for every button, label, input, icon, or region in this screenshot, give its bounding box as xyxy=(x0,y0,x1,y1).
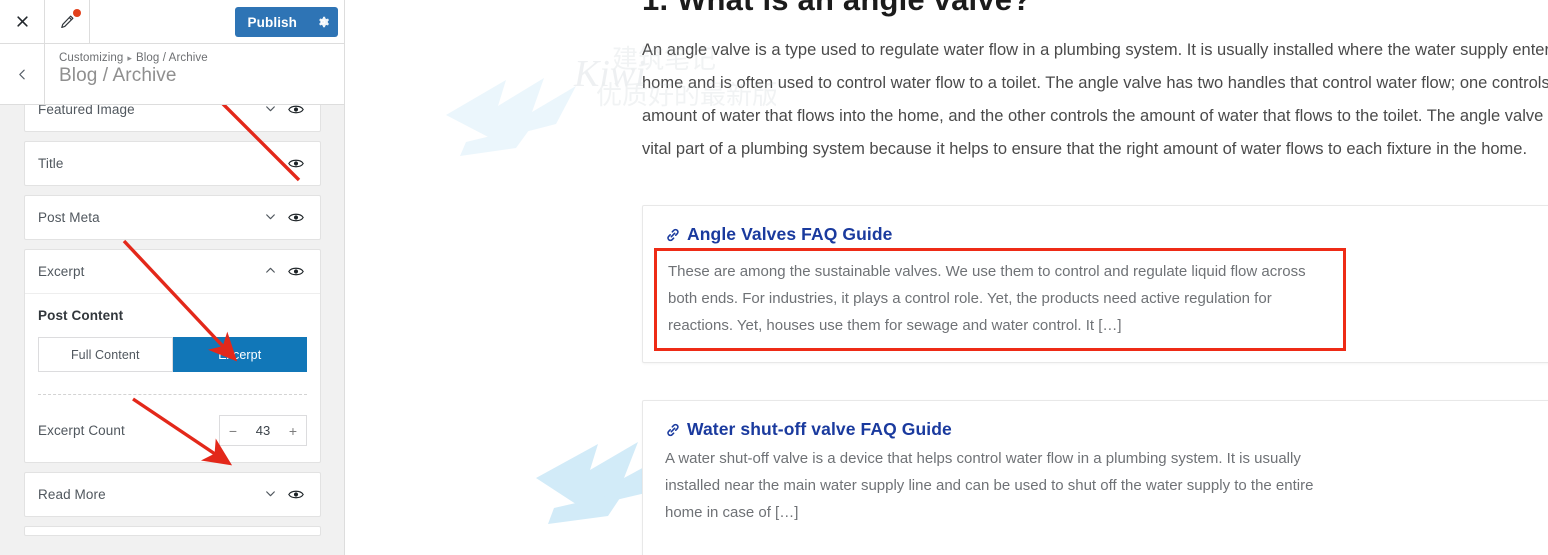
panel-header[interactable]: Featured Image xyxy=(25,105,320,131)
excerpt-count-value[interactable]: 43 xyxy=(246,423,280,438)
pencil-icon[interactable] xyxy=(45,0,90,44)
chevron-left-icon[interactable] xyxy=(0,44,45,104)
link-icon xyxy=(665,422,681,438)
panel-label: Post Meta xyxy=(38,210,100,225)
post-title-text: Water shut-off valve FAQ Guide xyxy=(687,419,952,439)
panel-label: Featured Image xyxy=(38,105,135,117)
post-content-toggle-group: Full Content Excerpt xyxy=(38,337,307,372)
control-panel-next-partial[interactable] xyxy=(24,526,321,536)
panel-header[interactable]: Read More xyxy=(25,473,320,516)
eye-icon[interactable] xyxy=(283,488,309,501)
page-title: Blog / Archive xyxy=(59,65,177,86)
panel-header[interactable]: Excerpt xyxy=(25,250,320,293)
breadcrumb-separator-icon: ▸ xyxy=(127,53,132,63)
customizer-control-list: Featured Image Title Post Meta Excerpt P… xyxy=(0,105,344,555)
increment-button[interactable]: + xyxy=(280,416,306,445)
eye-icon[interactable] xyxy=(283,105,309,116)
panel-label: Read More xyxy=(38,487,106,502)
excerpt-count-label: Excerpt Count xyxy=(38,423,125,438)
post-excerpt: A water shut-off valve is a device that … xyxy=(665,450,1314,521)
control-panel-read-more[interactable]: Read More xyxy=(24,472,321,517)
link-icon xyxy=(665,227,681,243)
post-card[interactable]: Angle Valves FAQ Guide These are among t… xyxy=(642,205,1548,363)
breadcrumb: Customizing ▸ Blog / Archive Blog / Archiv… xyxy=(45,44,208,104)
article-heading: 1. What is an angle valve? xyxy=(642,0,1031,18)
panel-label: Excerpt xyxy=(38,264,85,279)
post-title-link[interactable]: Water shut-off valve FAQ Guide xyxy=(665,419,1548,440)
publish-button[interactable]: Publish xyxy=(235,7,308,37)
eye-icon[interactable] xyxy=(283,265,309,278)
preview-page: 1. What is an angle valve? An angle valv… xyxy=(346,0,1548,555)
notification-dot xyxy=(73,8,81,17)
breadcrumb-root[interactable]: Customizing xyxy=(59,52,123,64)
breadcrumb-current: Blog / Archive xyxy=(136,52,208,64)
eye-icon[interactable] xyxy=(283,211,309,224)
article-paragraph: An angle valve is a type used to regulat… xyxy=(642,41,1548,158)
control-panel-excerpt[interactable]: Excerpt Post Content Full Content Excerp… xyxy=(24,249,321,463)
control-panel-title[interactable]: Title xyxy=(24,141,321,186)
post-excerpt: These are among the sustainable valves. … xyxy=(654,248,1346,351)
quantity-stepper[interactable]: − 43 + xyxy=(219,415,307,446)
chevron-down-icon[interactable] xyxy=(257,487,283,503)
site-preview-frame: 1. What is an angle valve? An angle valv… xyxy=(346,0,1548,555)
chevron-down-icon[interactable] xyxy=(257,210,283,226)
chevron-down-icon[interactable] xyxy=(257,105,283,118)
svg-text:Kiwi: Kiwi xyxy=(573,53,646,95)
customizer-sidebar: Publish Customizing ▸ Blog / Archive Blo… xyxy=(0,0,345,555)
chevron-up-icon[interactable] xyxy=(257,264,283,280)
gear-icon[interactable] xyxy=(308,7,338,37)
close-icon[interactable] xyxy=(0,0,45,44)
control-panel-post-meta[interactable]: Post Meta xyxy=(24,195,321,240)
customizer-topbar: Publish xyxy=(0,0,344,44)
decrement-button[interactable]: − xyxy=(220,416,246,445)
excerpt-count-row: Excerpt Count − 43 + xyxy=(38,395,307,446)
full-content-button[interactable]: Full Content xyxy=(38,337,173,372)
publish-button-group[interactable]: Publish xyxy=(234,7,338,37)
excerpt-button[interactable]: Excerpt xyxy=(172,337,307,372)
customizer-panel-header: Customizing ▸ Blog / Archive Blog / Archiv… xyxy=(0,44,344,105)
panel-header[interactable]: Post Meta xyxy=(25,196,320,239)
post-card[interactable]: Water shut-off valve FAQ Guide A water s… xyxy=(642,400,1548,555)
excerpt-panel-body: Post Content Full Content Excerpt Excerp… xyxy=(25,293,320,462)
post-content-label: Post Content xyxy=(38,308,124,323)
screenshot-root: 1. What is an angle valve? An angle valv… xyxy=(0,0,1548,555)
panel-header[interactable]: Title xyxy=(25,142,320,185)
panel-label: Title xyxy=(38,156,64,171)
eye-icon[interactable] xyxy=(283,157,309,170)
control-panel-featured-image[interactable]: Featured Image xyxy=(24,105,321,132)
post-title-text: Angle Valves FAQ Guide xyxy=(687,224,893,244)
post-title-link[interactable]: Angle Valves FAQ Guide xyxy=(665,224,1548,245)
